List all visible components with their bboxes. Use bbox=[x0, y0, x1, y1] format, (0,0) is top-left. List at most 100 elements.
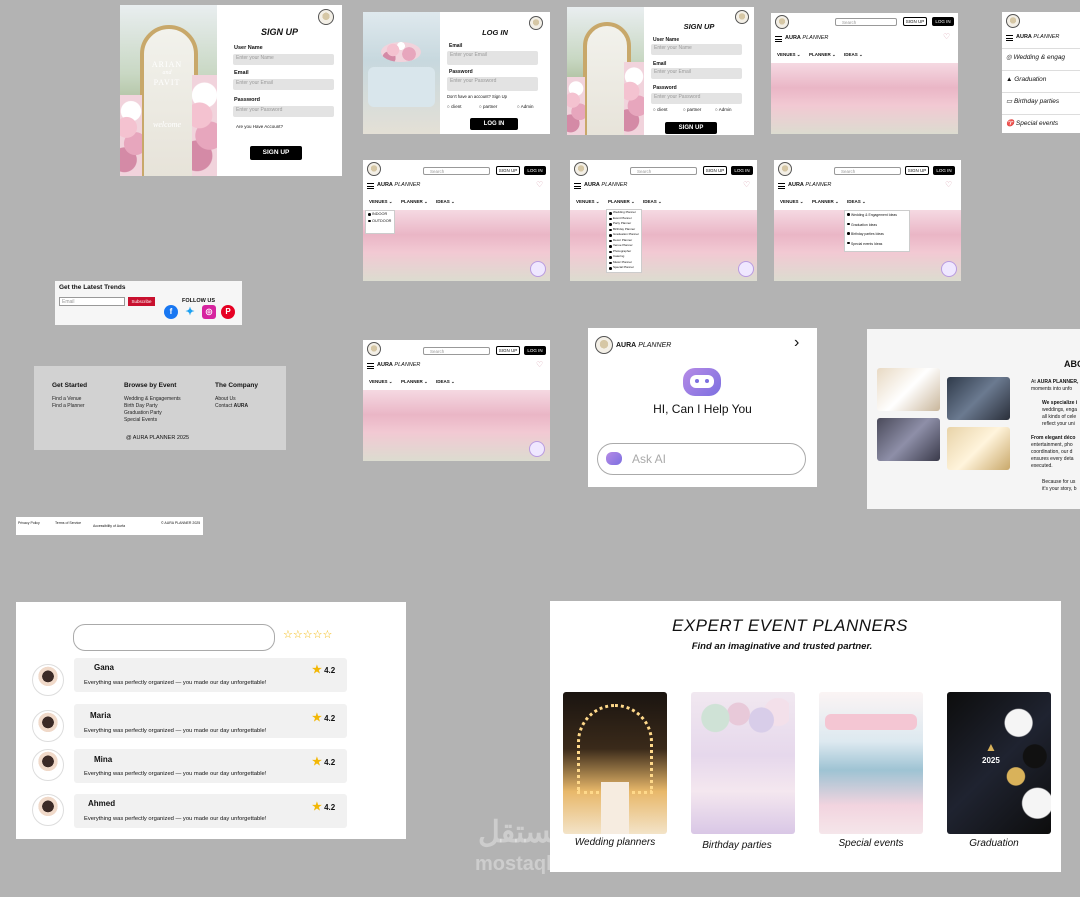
menu-icon[interactable] bbox=[367, 363, 374, 369]
nav-ideas[interactable]: IDEAS ⌄ bbox=[436, 199, 455, 205]
footer-link-special[interactable]: Special Events bbox=[124, 417, 157, 424]
menu-icon[interactable] bbox=[574, 183, 581, 189]
ideas-option-special[interactable]: Special events Ideas bbox=[845, 240, 909, 250]
category-label-wedding[interactable]: Wedding planners bbox=[555, 837, 675, 848]
side-menu-item-wedding[interactable]: ◎ Wedding & engag bbox=[1002, 48, 1080, 66]
email-input[interactable]: Enter your Email bbox=[233, 79, 334, 90]
favorite-heart-icon[interactable]: ♡ bbox=[536, 360, 543, 369]
footer-link-about[interactable]: About Us bbox=[215, 396, 236, 403]
chatbot-icon[interactable] bbox=[941, 261, 957, 277]
ideas-option-birthday[interactable]: Birthday parties Ideas bbox=[845, 230, 909, 240]
nav-ideas[interactable]: IDEAS ⌄ bbox=[844, 52, 863, 58]
header-signup-button[interactable]: SIGN UP bbox=[703, 166, 727, 175]
search-input[interactable]: Search bbox=[834, 167, 901, 175]
password-input[interactable]: Enter your Password bbox=[447, 77, 538, 91]
header-login-button[interactable]: LOG IN bbox=[524, 166, 546, 175]
favorite-heart-icon[interactable]: ♡ bbox=[943, 32, 950, 41]
category-label-birthday[interactable]: Birthday parties bbox=[677, 840, 797, 851]
search-input[interactable]: Search bbox=[630, 167, 697, 175]
ask-ai-input[interactable]: Ask AI bbox=[597, 443, 806, 475]
email-input[interactable]: Enter your Email bbox=[651, 68, 742, 79]
brand-logo[interactable] bbox=[1006, 14, 1020, 28]
facebook-icon[interactable]: f bbox=[164, 305, 178, 319]
signup-link[interactable]: Don't have an account? Sign Up bbox=[447, 94, 507, 99]
footer-link-wedding[interactable]: Wedding & Engagements bbox=[124, 396, 181, 403]
side-menu-item-graduation[interactable]: ▲ Graduation bbox=[1002, 70, 1080, 88]
category-card-special[interactable] bbox=[819, 692, 923, 834]
role-radio-partner[interactable]: ○ partner bbox=[479, 104, 497, 109]
footer-link-graduation[interactable]: Graduation Party bbox=[124, 410, 162, 417]
search-input[interactable]: Search bbox=[423, 347, 490, 355]
brand-logo[interactable] bbox=[367, 342, 381, 356]
brand-logo[interactable] bbox=[574, 162, 588, 176]
role-radio-admin[interactable]: ○ Admin bbox=[715, 107, 732, 112]
role-radio-client[interactable]: ○ client bbox=[447, 104, 461, 109]
rating-stars-input[interactable]: ☆☆☆☆☆ bbox=[283, 628, 332, 641]
pinterest-icon[interactable]: P bbox=[221, 305, 235, 319]
nav-venues[interactable]: VENUES ⌄ bbox=[777, 52, 801, 58]
menu-icon[interactable] bbox=[367, 183, 374, 189]
terms-link[interactable]: Terms of Service bbox=[55, 521, 81, 525]
header-login-button[interactable]: LOG IN bbox=[933, 166, 955, 175]
nav-planner[interactable]: PLANNER ⌄ bbox=[812, 199, 839, 205]
nav-ideas[interactable]: IDEAS ⌄ bbox=[436, 379, 455, 385]
role-radio-admin[interactable]: ○ Admin bbox=[517, 104, 534, 109]
footer-link-contact[interactable]: Contact AURA bbox=[215, 403, 248, 410]
favorite-heart-icon[interactable]: ♡ bbox=[945, 180, 952, 189]
nav-planner[interactable]: PLANNER ⌄ bbox=[809, 52, 836, 58]
email-input[interactable]: Enter your Email bbox=[447, 51, 538, 65]
instagram-icon[interactable]: ◎ bbox=[202, 305, 216, 319]
header-signup-button[interactable]: SIGN UP bbox=[903, 17, 927, 26]
ideas-option-wedding[interactable]: Wedding & Engagement Ideas bbox=[845, 211, 909, 221]
category-card-graduation[interactable]: ▲ 2025 bbox=[947, 692, 1051, 834]
brand-logo[interactable] bbox=[318, 9, 334, 25]
nav-planner[interactable]: PLANNER ⌄ bbox=[608, 199, 635, 205]
footer-link-find-venue[interactable]: Find a Venue bbox=[52, 396, 81, 403]
username-input[interactable]: Enter your Name bbox=[233, 54, 334, 65]
search-input[interactable]: Search bbox=[423, 167, 490, 175]
header-signup-button[interactable]: SIGN UP bbox=[496, 166, 520, 175]
accessibility-link[interactable]: Accessibility of Aurfa bbox=[93, 524, 125, 528]
username-input[interactable]: Enter your Name bbox=[651, 44, 742, 55]
nav-venues[interactable]: VENUES ⌄ bbox=[369, 379, 393, 385]
category-card-birthday[interactable] bbox=[691, 692, 795, 834]
have-account-link[interactable]: Are you Have Account? bbox=[236, 124, 283, 129]
category-label-graduation[interactable]: Graduation bbox=[934, 838, 1054, 849]
search-input[interactable]: Search bbox=[835, 18, 897, 26]
brand-logo[interactable] bbox=[367, 162, 381, 176]
menu-icon[interactable] bbox=[778, 183, 785, 189]
category-label-special[interactable]: Special events bbox=[811, 838, 931, 849]
privacy-link[interactable]: Privacy Policy bbox=[18, 521, 40, 525]
header-login-button[interactable]: LOG IN bbox=[731, 166, 753, 175]
nav-ideas[interactable]: IDEAS ⌄ bbox=[643, 199, 662, 205]
subscribe-button[interactable]: Subscribe bbox=[128, 297, 155, 306]
menu-icon[interactable] bbox=[775, 36, 782, 42]
menu-icon[interactable] bbox=[1006, 35, 1013, 41]
favorite-heart-icon[interactable]: ♡ bbox=[536, 180, 543, 189]
chevron-right-icon[interactable]: › bbox=[794, 334, 799, 352]
password-input[interactable]: Enter your Password bbox=[651, 93, 742, 104]
favorite-heart-icon[interactable]: ♡ bbox=[743, 180, 750, 189]
side-menu-item-birthday[interactable]: ▭ Birthday parties bbox=[1002, 92, 1080, 110]
password-input[interactable]: Enter your Password bbox=[233, 106, 334, 117]
category-card-wedding[interactable] bbox=[563, 692, 667, 834]
ideas-option-graduation[interactable]: Graduation Ideas bbox=[845, 221, 909, 231]
nav-planner[interactable]: PLANNER ⌄ bbox=[401, 379, 428, 385]
side-menu-item-special[interactable]: ♈ Special events bbox=[1002, 114, 1080, 132]
brand-logo[interactable] bbox=[778, 162, 792, 176]
brand-logo[interactable] bbox=[775, 15, 789, 29]
header-signup-button[interactable]: SIGN UP bbox=[496, 346, 520, 355]
role-radio-partner[interactable]: ○ partner bbox=[683, 107, 701, 112]
login-button[interactable]: LOG IN bbox=[470, 118, 518, 130]
chatbot-icon[interactable] bbox=[530, 261, 546, 277]
header-login-button[interactable]: LOG IN bbox=[932, 17, 954, 26]
header-login-button[interactable]: LOG IN bbox=[524, 346, 546, 355]
header-signup-button[interactable]: SIGN UP bbox=[905, 166, 929, 175]
nav-venues[interactable]: VENUES ⌄ bbox=[576, 199, 600, 205]
role-radio-client[interactable]: ○ client bbox=[653, 107, 667, 112]
signup-button[interactable]: SIGN UP bbox=[250, 146, 302, 160]
nav-planner[interactable]: PLANNER ⌄ bbox=[401, 199, 428, 205]
venues-option-outdoor[interactable]: OUTDOOR bbox=[366, 218, 394, 225]
nav-venues[interactable]: VENUES ⌄ bbox=[369, 199, 393, 205]
footer-link-birthday[interactable]: Birth Day Party bbox=[124, 403, 158, 410]
